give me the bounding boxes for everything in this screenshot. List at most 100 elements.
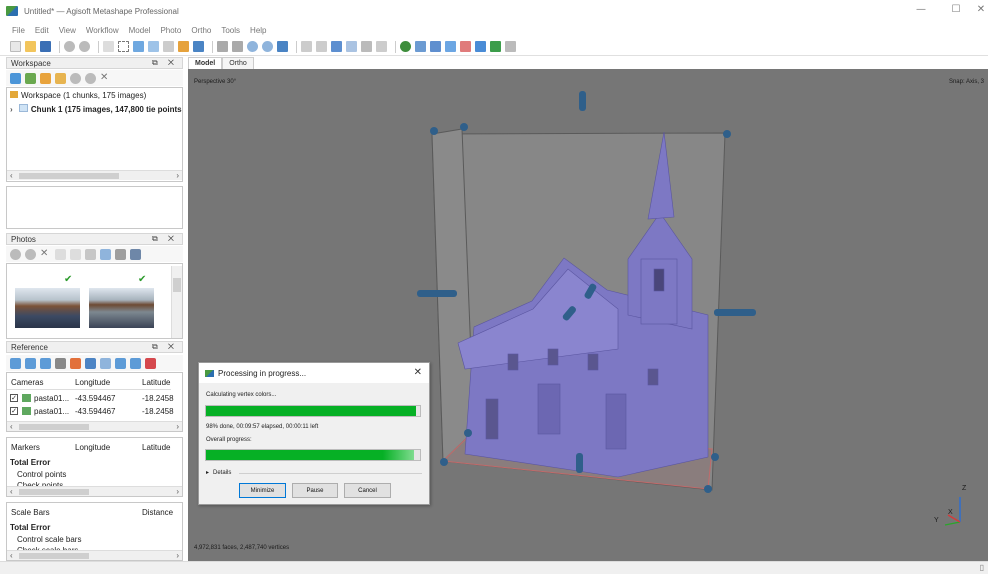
- ruler-icon[interactable]: [163, 41, 174, 52]
- view-errors-icon[interactable]: [130, 357, 141, 369]
- menu-workflow[interactable]: Workflow: [86, 26, 119, 35]
- remove-icon[interactable]: ✕: [100, 72, 111, 84]
- tab-ortho[interactable]: Ortho: [222, 57, 254, 69]
- print-icon[interactable]: [505, 41, 516, 52]
- grid-view-icon[interactable]: [130, 248, 141, 260]
- open-folder-icon[interactable]: [25, 41, 36, 52]
- resize-handle-bottom[interactable]: [576, 453, 583, 473]
- add-chunk-icon[interactable]: [10, 72, 21, 84]
- resize-grip-icon[interactable]: ▯: [980, 563, 984, 572]
- scroll-right-icon[interactable]: ›: [176, 487, 179, 496]
- menu-view[interactable]: View: [59, 26, 76, 35]
- redo-icon[interactable]: [79, 41, 90, 52]
- globe-icon[interactable]: [400, 41, 411, 52]
- latitude-header[interactable]: Latitude: [142, 443, 170, 452]
- cameras-hscroll[interactable]: ‹ ›: [7, 421, 182, 431]
- menu-model[interactable]: Model: [129, 26, 151, 35]
- image-icon[interactable]: [490, 41, 501, 52]
- expand-details-icon[interactable]: ▸: [206, 469, 209, 476]
- scroll-left-icon[interactable]: ‹: [10, 551, 13, 560]
- view-source-icon[interactable]: [100, 357, 111, 369]
- scroll-left-icon[interactable]: ‹: [10, 171, 13, 180]
- minimize-window-button[interactable]: —: [906, 4, 936, 15]
- scroll-thumb[interactable]: [19, 552, 89, 559]
- camera-checkbox[interactable]: ✓: [10, 407, 18, 415]
- scroll-thumb[interactable]: [19, 488, 89, 495]
- navigation-icon[interactable]: [103, 41, 114, 52]
- chunk-row[interactable]: › Chunk 1 (175 images, 147,800 tie point…: [10, 104, 182, 114]
- scroll-right-icon[interactable]: ›: [176, 422, 179, 431]
- menu-help[interactable]: Help: [250, 26, 266, 35]
- save-icon[interactable]: [40, 41, 51, 52]
- resize-handle-left[interactable]: [417, 290, 457, 297]
- markers-icon[interactable]: [460, 41, 471, 52]
- scroll-right-icon[interactable]: ›: [176, 171, 179, 180]
- workspace-hscroll[interactable]: ‹ ›: [7, 170, 182, 180]
- dense-cloud-icon[interactable]: [316, 41, 327, 52]
- export-icon[interactable]: [25, 357, 36, 369]
- scroll-thumb[interactable]: [19, 172, 119, 179]
- camera-checkbox[interactable]: ✓: [10, 394, 18, 402]
- enable-photo-icon[interactable]: [10, 248, 21, 260]
- corner-handle[interactable]: [440, 458, 448, 466]
- move-icon[interactable]: [148, 41, 159, 52]
- import-icon[interactable]: [10, 357, 21, 369]
- pause-button[interactable]: Pause: [292, 483, 338, 498]
- cameras-icon[interactable]: [415, 41, 426, 52]
- scroll-right-icon[interactable]: ›: [176, 551, 179, 560]
- list-view-icon[interactable]: [115, 248, 126, 260]
- delete-icon[interactable]: [217, 41, 228, 52]
- selection-tool-icon[interactable]: [133, 41, 144, 52]
- new-project-icon[interactable]: [10, 41, 21, 52]
- menu-edit[interactable]: Edit: [35, 26, 49, 35]
- pane-float-close-icon[interactable]: ⧉ ✕: [152, 342, 178, 352]
- distance-header[interactable]: Distance: [142, 508, 173, 517]
- corner-handle[interactable]: [704, 485, 712, 493]
- scroll-left-icon[interactable]: ‹: [10, 422, 13, 431]
- corner-handle[interactable]: [460, 123, 468, 131]
- markers-header[interactable]: Markers: [11, 443, 40, 452]
- minimize-button[interactable]: Minimize: [239, 483, 286, 498]
- pane-float-close-icon[interactable]: ⧉ ✕: [152, 58, 178, 68]
- disable-photo-icon[interactable]: [25, 248, 36, 260]
- menu-photo[interactable]: Photo: [160, 26, 181, 35]
- scalebars-hscroll[interactable]: ‹ ›: [7, 550, 182, 560]
- flag-icon[interactable]: [475, 41, 486, 52]
- region-icon[interactable]: [430, 41, 441, 52]
- menu-ortho[interactable]: Ortho: [191, 26, 211, 35]
- scroll-thumb[interactable]: [173, 278, 181, 292]
- table-row[interactable]: ✓ pasta01... -43.594467 -18.2458: [10, 406, 174, 417]
- settings-icon[interactable]: [145, 357, 156, 369]
- photo-thumbnail[interactable]: [89, 288, 154, 328]
- undo-icon[interactable]: [64, 41, 75, 52]
- workspace-root-row[interactable]: Workspace (1 chunks, 175 images): [10, 91, 146, 100]
- tool-icon[interactable]: [70, 357, 81, 369]
- cancel-button[interactable]: Cancel: [344, 483, 391, 498]
- dialog-close-icon[interactable]: ✕: [414, 367, 422, 378]
- draw-shape-icon[interactable]: [193, 41, 204, 52]
- filter-icon[interactable]: [85, 248, 96, 260]
- corner-handle[interactable]: [723, 130, 731, 138]
- zoom-out-icon[interactable]: [262, 41, 273, 52]
- menu-file[interactable]: File: [12, 26, 25, 35]
- resize-handle-right[interactable]: [714, 309, 756, 316]
- cameras-header[interactable]: Cameras: [11, 378, 43, 387]
- crop-icon[interactable]: [232, 41, 243, 52]
- photo-thumbnail[interactable]: [15, 288, 80, 328]
- scroll-left-icon[interactable]: ‹: [10, 487, 13, 496]
- enable-icon[interactable]: [70, 72, 81, 84]
- tab-model[interactable]: Model: [188, 57, 223, 69]
- latitude-header[interactable]: Latitude: [142, 378, 170, 387]
- rectangle-selection-icon[interactable]: [118, 41, 129, 52]
- markers-hscroll[interactable]: ‹ ›: [7, 486, 182, 496]
- model-shaded-icon[interactable]: [331, 41, 342, 52]
- add-markers-icon[interactable]: [55, 72, 66, 84]
- rotate-left-icon[interactable]: [55, 248, 66, 260]
- view-estimated-icon[interactable]: [115, 357, 126, 369]
- add-folder-icon[interactable]: [40, 72, 51, 84]
- longitude-header[interactable]: Longitude: [75, 443, 110, 452]
- pane-float-close-icon[interactable]: ⧉ ✕: [152, 234, 178, 244]
- scroll-thumb[interactable]: [19, 423, 89, 430]
- reset-view-icon[interactable]: [277, 41, 288, 52]
- details-view-icon[interactable]: [100, 248, 111, 260]
